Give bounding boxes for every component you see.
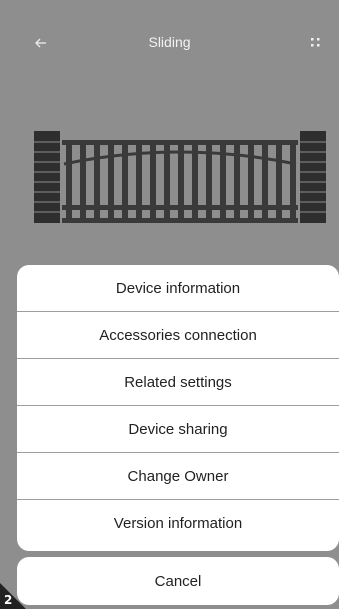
page-title: Sliding bbox=[148, 34, 191, 50]
sliding-gate-icon bbox=[32, 128, 328, 228]
menu-item-change-owner[interactable]: Change Owner bbox=[17, 453, 339, 500]
app-screen: Sliding Device information Accessories c… bbox=[0, 0, 339, 609]
menu-item-related-settings[interactable]: Related settings bbox=[17, 359, 339, 406]
cancel-button[interactable]: Cancel bbox=[17, 557, 339, 605]
more-options-button[interactable] bbox=[309, 35, 323, 49]
menu-item-device-sharing[interactable]: Device sharing bbox=[17, 406, 339, 453]
menu-item-device-information[interactable]: Device information bbox=[17, 265, 339, 312]
menu-item-accessories-connection[interactable]: Accessories connection bbox=[17, 312, 339, 359]
header: Sliding bbox=[0, 0, 339, 88]
step-badge: 2 bbox=[0, 569, 40, 609]
action-sheet: Device information Accessories connectio… bbox=[17, 265, 339, 551]
step-number: 2 bbox=[4, 593, 13, 607]
four-dots-menu-icon bbox=[311, 38, 320, 47]
menu-item-version-information[interactable]: Version information bbox=[17, 500, 339, 546]
